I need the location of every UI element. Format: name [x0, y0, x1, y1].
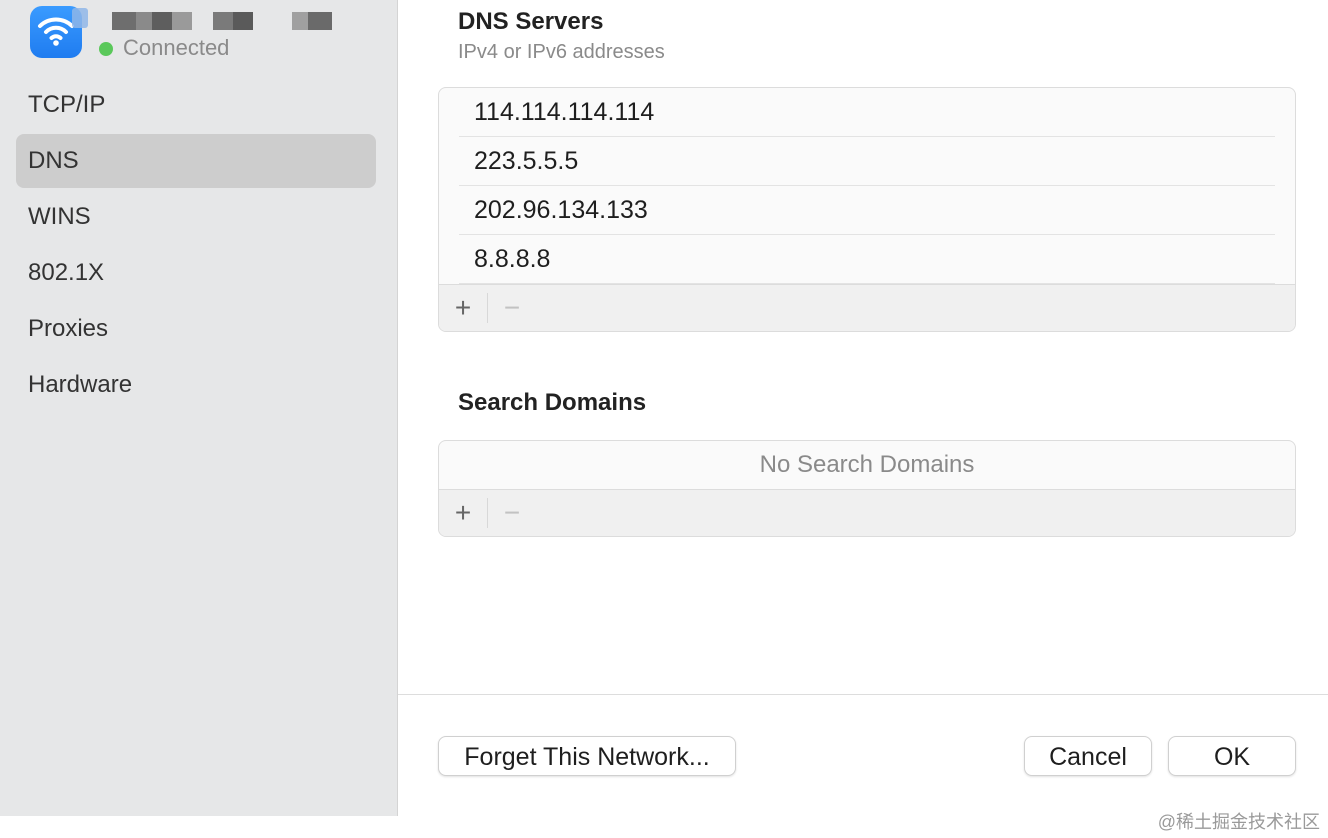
forget-network-button[interactable]: Forget This Network...	[438, 736, 736, 776]
dns-server-row[interactable]: 223.5.5.5	[459, 137, 1275, 186]
toolbar-divider	[487, 293, 488, 323]
add-dns-server-button[interactable]: +	[449, 294, 477, 322]
dns-servers-list: 114.114.114.114 223.5.5.5 202.96.134.133…	[438, 87, 1296, 332]
watermark: @稀土掘金技术社区	[1157, 812, 1320, 832]
main-panel: DNS Servers IPv4 or IPv6 addresses 114.1…	[398, 0, 1328, 816]
network-status-text: Connected	[123, 35, 230, 60]
dns-list-toolbar: + −	[439, 284, 1295, 331]
search-domains-list: No Search Domains + −	[438, 440, 1296, 537]
dns-server-row[interactable]: 202.96.134.133	[459, 186, 1275, 235]
remove-dns-server-button[interactable]: −	[498, 294, 526, 322]
search-domains-empty-text: No Search Domains	[759, 451, 975, 478]
sidebar-item-8021x[interactable]: 802.1X	[16, 246, 376, 300]
toolbar-divider	[487, 498, 488, 528]
cancel-button[interactable]: Cancel	[1024, 736, 1152, 776]
add-search-domain-button[interactable]: +	[449, 499, 477, 527]
sidebar-item-wins[interactable]: WINS	[16, 190, 376, 244]
sidebar-item-dns[interactable]: DNS	[16, 134, 376, 188]
remove-search-domain-button[interactable]: −	[498, 499, 526, 527]
sidebar-nav: TCP/IP DNS WINS 802.1X Proxies Hardware	[16, 78, 376, 414]
footer-divider	[398, 694, 1328, 695]
network-name-redacted	[292, 12, 332, 30]
connected-status-dot	[99, 42, 113, 56]
sidebar: Connected TCP/IP DNS WINS 802.1X Proxies…	[0, 0, 398, 816]
sidebar-item-hardware[interactable]: Hardware	[16, 358, 376, 412]
search-domains-title: Search Domains	[458, 389, 647, 416]
ok-button[interactable]: OK	[1168, 736, 1296, 776]
network-name-redacted	[112, 12, 192, 30]
search-domains-toolbar: + −	[439, 489, 1295, 536]
network-badge-overlay	[72, 8, 88, 28]
network-dns-window: Connected TCP/IP DNS WINS 802.1X Proxies…	[0, 0, 1328, 838]
network-name-redacted	[213, 12, 253, 30]
dns-servers-title: DNS Servers	[458, 8, 604, 35]
sidebar-item-tcpip[interactable]: TCP/IP	[16, 78, 376, 132]
dns-servers-subtitle: IPv4 or IPv6 addresses	[458, 41, 665, 63]
dns-server-row[interactable]: 114.114.114.114	[459, 88, 1275, 137]
dns-server-row[interactable]: 8.8.8.8	[459, 235, 1275, 284]
network-header: Connected	[28, 4, 388, 64]
sidebar-item-proxies[interactable]: Proxies	[16, 302, 376, 356]
